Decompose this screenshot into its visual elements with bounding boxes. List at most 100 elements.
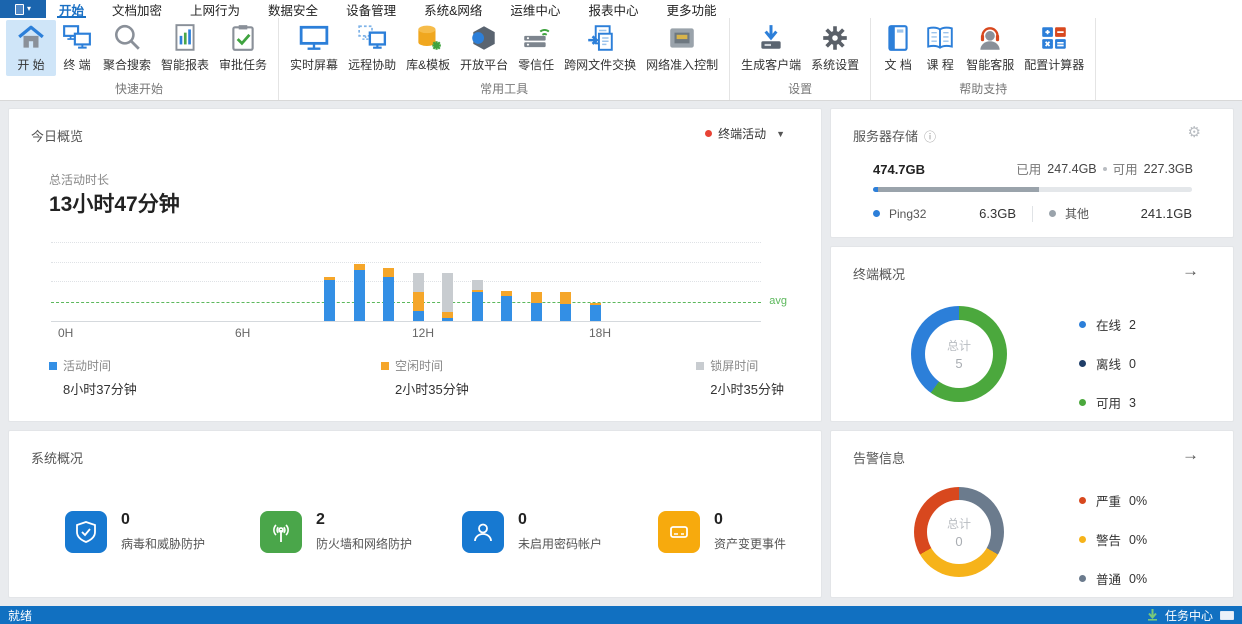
chart-gridline [51,281,761,282]
info-icon[interactable]: ⓘ [924,130,936,144]
chart-bar-segment [354,270,365,321]
ribbon-button-label: 文 档 [885,56,912,73]
menu-item-6[interactable]: 运维中心 [508,0,562,18]
ribbon-button-label: 网络准入控制 [646,56,718,73]
system-overview-title: 系统概况 [31,448,83,467]
calculator-icon [1038,22,1070,54]
ribbon-button-network-access[interactable]: 网络准入控制 [641,20,723,76]
storage-total-row: 474.7GB 已用 247.4GB 可用 227.3GB [873,159,1193,178]
download-arrow-icon [1147,609,1158,621]
ribbon-button-home[interactable]: 开 始 [6,20,56,76]
activity-type-dropdown[interactable]: 终端活动 ▼ [705,125,785,142]
storage-breakdown: Ping326.3GB其他241.1GB [873,205,1192,222]
legend-value: 2小时35分钟 [710,379,784,398]
chart-bar-13h [442,273,453,321]
task-center-button[interactable]: 任务中心 [1147,607,1234,624]
menu-item-8[interactable]: 更多功能 [664,0,718,18]
ribbon-button-label: 实时屏幕 [290,56,338,73]
legend-dot-icon [1079,399,1086,406]
terminal-overview-card: 终端概况 → 总计 5 在线2离线0可用3 [830,246,1234,422]
gear-icon [819,22,851,54]
menu-item-4[interactable]: 设备管理 [344,0,398,18]
ribbon-button-service[interactable]: 智能客服 [961,20,1019,76]
chart-bar-17h [560,292,571,321]
storage-bar-segment-free [1039,187,1192,192]
library-icon [412,22,444,54]
menu-item-2[interactable]: 上网行为 [188,0,242,18]
ribbon-button-client-download[interactable]: 生成客户端 [736,20,806,76]
ribbon-button-file-exchange[interactable]: 跨网文件交换 [559,20,641,76]
ribbon-button-label: 远程协助 [348,56,396,73]
divider [1032,206,1033,222]
storage-total-value: 474.7GB [873,162,925,177]
terminal-legend-item-2: 可用3 [1079,393,1136,412]
server-storage-card: 服务器存储ⓘ ⚙ 474.7GB 已用 247.4GB 可用 227.3GB P… [830,108,1234,238]
activity-legend-item-1: 空闲时间2小时35分钟 [381,357,469,398]
menu-item-5[interactable]: 系统&网络 [422,0,484,18]
ribbon-button-label: 跨网文件交换 [564,56,636,73]
ribbon-button-label: 终 端 [63,56,90,73]
chart-bar-segment [472,292,483,321]
ribbon-button-label: 配置计算器 [1024,56,1084,73]
terminal-total-value: 5 [955,356,962,371]
ribbon-button-terminal[interactable]: 终 端 [56,20,98,76]
ribbon-button-label: 库&模板 [406,56,450,73]
arrow-right-icon[interactable]: → [1182,445,1199,465]
terminal-overview-title: 终端概况 [853,264,905,283]
chart-bar-18h [590,303,601,321]
menu-items: 开始 文档加密 上网行为 数据安全 设备管理 系统&网络 运维中心 报表中心 更多功能 [57,0,718,18]
menu-item-1[interactable]: 文档加密 [110,0,164,18]
legend-label: 空闲时间 [395,357,443,374]
client-download-icon [755,22,787,54]
terminal-status-donut: 总计 5 [911,306,1007,402]
legend-square-icon [49,362,57,370]
chart-x-tick: 0H [58,326,73,340]
storage-settings-gear-icon[interactable]: ⚙ [1188,123,1201,141]
system-stat-2: 0未启用密码帐户 [462,511,602,553]
ribbon-toolbar: 开 始终 端聚合搜索智能报表审批任务快速开始实时屏幕远程协助库&模板开放平台零信… [0,18,1242,101]
total-activity-value: 13小时47分钟 [49,188,180,218]
ribbon-group-label: 帮助支持 [873,79,1093,100]
chart-avg-line: avg [51,302,761,303]
terminal-legend-item-1: 离线0 [1079,354,1136,373]
stat-value: 0 [714,511,786,529]
menu-item-3[interactable]: 数据安全 [266,0,320,18]
ribbon-button-platform[interactable]: 开放平台 [455,20,513,76]
legend-dot-icon [1079,575,1086,582]
ribbon-button-screen[interactable]: 实时屏幕 [285,20,343,76]
chart-bar-segment [442,318,453,321]
app-menu-button[interactable]: ▾ [0,0,46,18]
chart-x-tick: 18H [589,326,611,340]
ribbon-button-library[interactable]: 库&模板 [401,20,455,76]
alert-total-value: 0 [955,534,962,549]
storage-used-value: 247.4GB [1047,162,1096,176]
ribbon-button-zerotrust[interactable]: 零信任 [513,20,559,76]
client-monitor-icon[interactable] [1220,611,1234,620]
legend-label: 普通 [1096,569,1121,588]
ribbon-button-remote[interactable]: 远程协助 [343,20,401,76]
menu-item-0[interactable]: 开始 [57,0,86,18]
ribbon-button-report[interactable]: 智能报表 [156,20,214,76]
ribbon-button-approve[interactable]: 审批任务 [214,20,272,76]
menu-item-7[interactable]: 报表中心 [586,0,640,18]
ribbon-button-search[interactable]: 聚合搜索 [98,20,156,76]
ribbon-button-course[interactable]: 课 程 [919,20,961,76]
activity-legend-item-0: 活动时间8小时37分钟 [49,357,137,398]
chevron-down-icon: ▼ [776,129,785,139]
legend-dot-icon [1079,536,1086,543]
dot-separator-icon [1103,167,1107,171]
storage-item-1: 其他241.1GB [1049,205,1192,222]
ribbon-button-gear[interactable]: 系统设置 [806,20,864,76]
user-icon [462,511,504,553]
legend-label: 可用 [1096,393,1121,412]
legend-value: 0% [1129,533,1147,547]
ribbon-button-calculator[interactable]: 配置计算器 [1019,20,1089,76]
ribbon-group-label: 设置 [732,79,868,100]
ribbon-button-doc[interactable]: 文 档 [877,20,919,76]
doc-icon [882,22,914,54]
legend-dot-icon [1079,321,1086,328]
system-overview-card: 系统概况 0病毒和威胁防护2防火墙和网络防护0未启用密码帐户0资产变更事件 [8,430,822,598]
stat-label: 资产变更事件 [714,535,786,552]
arrow-right-icon[interactable]: → [1182,261,1199,281]
task-center-label: 任务中心 [1165,607,1213,624]
